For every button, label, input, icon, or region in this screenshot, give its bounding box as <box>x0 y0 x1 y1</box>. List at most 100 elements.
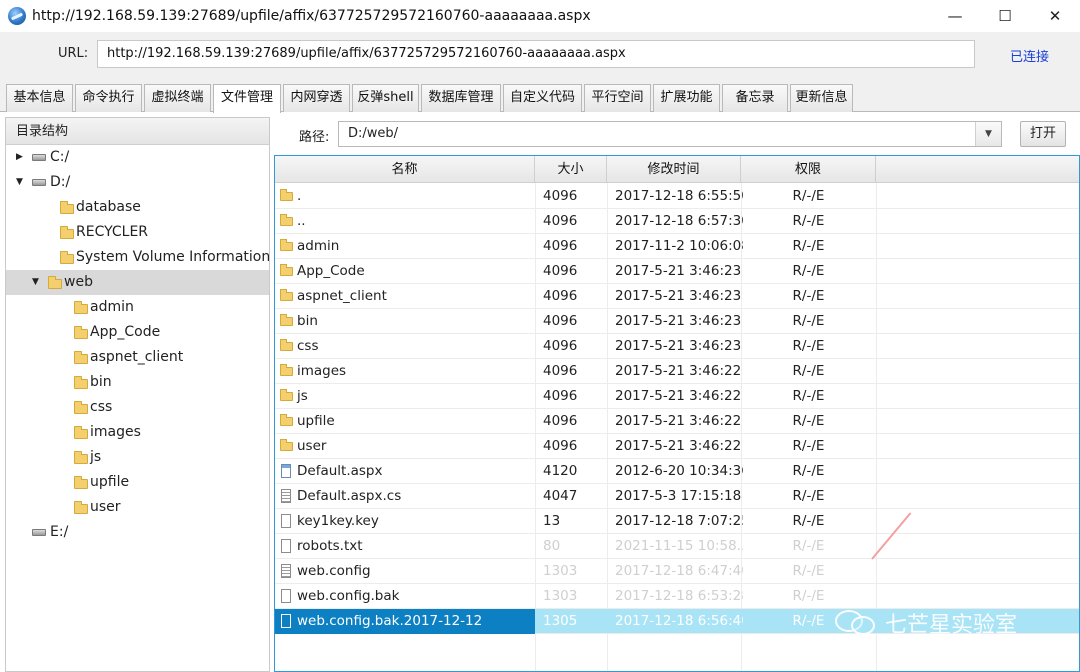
tab-5[interactable]: 内网穿透 <box>283 84 350 112</box>
file-name-cell[interactable]: admin <box>275 234 535 259</box>
tab-11[interactable]: 备忘录 <box>722 84 788 112</box>
file-mtime: 2012-6-20 10:34:36 <box>615 463 743 479</box>
file-name-cell[interactable]: images <box>275 359 535 384</box>
tab-8[interactable]: 自定义代码 <box>503 84 582 112</box>
table-row[interactable]: js 4096 2017-5-21 3:46:22 R/-/E <box>275 384 1079 409</box>
table-row[interactable]: css 4096 2017-5-21 3:46:23 R/-/E <box>275 334 1079 359</box>
tree-item[interactable]: ▼ web <box>6 270 269 295</box>
tab-6[interactable]: 反弹shell <box>352 84 419 112</box>
tree-item[interactable]: RECYCLER <box>6 220 269 245</box>
table-row[interactable]: images 4096 2017-5-21 3:46:22 R/-/E <box>275 359 1079 384</box>
tree-item[interactable]: css <box>6 395 269 420</box>
file-name-cell[interactable]: web.config.bak.2017-12-12 <box>275 609 535 634</box>
file-name-cell[interactable]: user <box>275 434 535 459</box>
tree-item[interactable]: aspnet_client <box>6 345 269 370</box>
file-name-cell[interactable]: js <box>275 384 535 409</box>
file-mtime: 2017-5-21 3:46:22 <box>615 388 742 404</box>
file-name-cell[interactable]: App_Code <box>275 259 535 284</box>
table-row[interactable]: App_Code 4096 2017-5-21 3:46:23 R/-/E <box>275 259 1079 284</box>
tree-item[interactable]: ▶ C:/ <box>6 145 269 170</box>
tree-item[interactable]: admin <box>6 295 269 320</box>
tree-item[interactable]: user <box>6 495 269 520</box>
table-row[interactable]: robots.txt 80 2021-11-15 10:58... R/-/E <box>275 534 1079 559</box>
file-name-cell[interactable]: . <box>275 184 535 209</box>
file-name-cell[interactable]: key1key.key <box>275 509 535 534</box>
file-name-cell[interactable]: upfile <box>275 409 535 434</box>
open-button[interactable]: 打开 <box>1020 121 1066 147</box>
tab-2[interactable]: 命令执行 <box>75 84 142 112</box>
file-mtime: 2017-12-18 6:53:28 <box>615 588 743 604</box>
folder-icon <box>60 226 74 239</box>
close-button[interactable]: ✕ <box>1030 0 1080 32</box>
file-name: web.config.bak.2017-12-12 <box>297 613 483 629</box>
tree-item[interactable]: upfile <box>6 470 269 495</box>
tree-item[interactable]: E:/ <box>6 520 269 545</box>
file-size: 4096 <box>543 188 578 204</box>
file-name-cell[interactable]: robots.txt <box>275 534 535 559</box>
file-name-cell[interactable]: web.config <box>275 559 535 584</box>
path-combobox[interactable]: D:/web/ ▼ <box>338 121 1002 147</box>
file-size: 4096 <box>543 438 578 454</box>
tree-item[interactable]: database <box>6 195 269 220</box>
watermark: 七芒星实验室 <box>835 607 1017 639</box>
tab-4[interactable]: 文件管理 <box>213 84 281 113</box>
tree-item[interactable]: App_Code <box>6 320 269 345</box>
maximize-button[interactable]: ☐ <box>980 0 1030 32</box>
url-input[interactable]: http://192.168.59.139:27689/upfile/affix… <box>97 40 975 68</box>
tab-12[interactable]: 更新信息 <box>790 84 853 112</box>
chevron-down-icon[interactable]: ▼ <box>975 122 1001 146</box>
table-row[interactable]: user 4096 2017-5-21 3:46:22 R/-/E <box>275 434 1079 459</box>
table-row[interactable]: web.config.bak 1303 2017-12-18 6:53:28 R/-/… <box>275 584 1079 609</box>
table-row[interactable]: admin 4096 2017-11-2 10:06:08 R/-/E <box>275 234 1079 259</box>
file-name-cell[interactable]: bin <box>275 309 535 334</box>
tree-item[interactable]: images <box>6 420 269 445</box>
file-name-cell[interactable]: Default.aspx <box>275 459 535 484</box>
text-file-icon <box>281 489 291 503</box>
table-row[interactable]: upfile 4096 2017-5-21 3:46:22 R/-/E <box>275 409 1079 434</box>
table-row[interactable]: Default.aspx 4120 2012-6-20 10:34:36 R/-/E <box>275 459 1079 484</box>
file-name: upfile <box>297 413 335 429</box>
tab-3[interactable]: 虚拟终端 <box>144 84 211 112</box>
expanded-arrow-icon[interactable]: ▼ <box>32 270 39 295</box>
file-mtime: 2017-5-21 3:46:23 <box>615 263 742 279</box>
tab-1[interactable]: 基本信息 <box>6 84 73 112</box>
file-name-cell[interactable]: Default.aspx.cs <box>275 484 535 509</box>
tab-10[interactable]: 扩展功能 <box>653 84 720 112</box>
table-row[interactable]: . 4096 2017-12-18 6:55:50 R/-/E <box>275 184 1079 209</box>
column-size[interactable]: 大小 <box>535 156 607 183</box>
tree-item-label: bin <box>90 374 112 390</box>
column-permission[interactable]: 权限 <box>741 156 876 183</box>
column-mtime[interactable]: 修改时间 <box>607 156 741 183</box>
column-name[interactable]: 名称 <box>275 156 535 183</box>
tree-item-label: RECYCLER <box>76 224 149 240</box>
file-size: 80 <box>543 538 561 554</box>
tab-7[interactable]: 数据库管理 <box>421 84 501 112</box>
table-row[interactable]: Default.aspx.cs 4047 2017-5-3 17:15:18 R/-/… <box>275 484 1079 509</box>
file-name-cell[interactable]: css <box>275 334 535 359</box>
file-name: key1key.key <box>297 513 379 529</box>
file-name-cell[interactable]: aspnet_client <box>275 284 535 309</box>
folder-icon <box>280 264 293 276</box>
file-name: bin <box>297 313 318 329</box>
table-row[interactable]: aspnet_client 4096 2017-5-21 3:46:23 R/-/E <box>275 284 1079 309</box>
file-name-cell[interactable]: web.config.bak <box>275 584 535 609</box>
table-row[interactable]: key1key.key 13 2017-12-18 7:07:25 R/-/E <box>275 509 1079 534</box>
watermark-text: 七芒星实验室 <box>885 613 1018 638</box>
tree-item[interactable]: ▼ D:/ <box>6 170 269 195</box>
collapsed-arrow-icon[interactable]: ▶ <box>16 145 23 170</box>
table-row[interactable]: .. 4096 2017-12-18 6:57:30 R/-/E <box>275 209 1079 234</box>
file-name-cell[interactable]: .. <box>275 209 535 234</box>
table-row[interactable]: bin 4096 2017-5-21 3:46:23 R/-/E <box>275 309 1079 334</box>
file-size: 4096 <box>543 238 578 254</box>
tree-item[interactable]: System Volume Information <box>6 245 269 270</box>
minimize-button[interactable]: — <box>930 0 980 32</box>
tab-9[interactable]: 平行空间 <box>584 84 651 112</box>
expanded-arrow-icon[interactable]: ▼ <box>16 170 23 195</box>
folder-icon <box>74 376 88 389</box>
file-mtime: 2017-12-18 7:07:25 <box>615 513 743 529</box>
table-row[interactable]: web.config 1303 2017-12-18 6:47:40 R/-/E <box>275 559 1079 584</box>
path-value[interactable]: D:/web/ <box>348 122 398 146</box>
tree-item[interactable]: bin <box>6 370 269 395</box>
drive-icon <box>32 154 46 161</box>
tree-item[interactable]: js <box>6 445 269 470</box>
